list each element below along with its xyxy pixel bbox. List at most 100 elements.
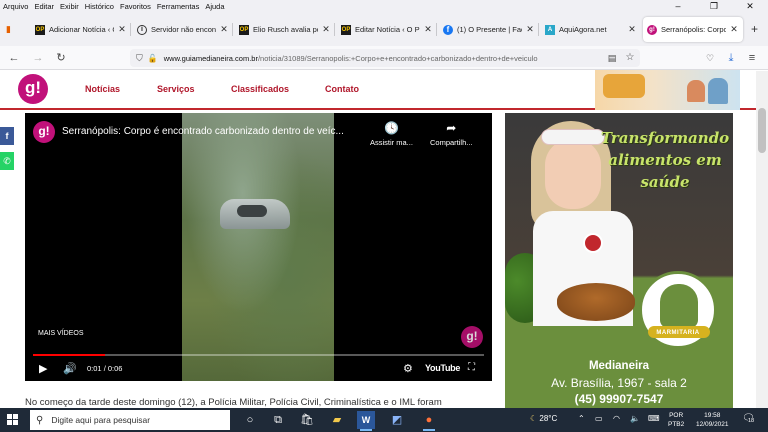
firefox-icon[interactable]: ● [420, 411, 438, 431]
menu-arquivo[interactable]: Arquivo [0, 2, 31, 11]
firefox-view-icon[interactable]: ▮ [6, 24, 11, 35]
progress-fill [33, 354, 106, 356]
header-ad-banner[interactable] [595, 70, 740, 110]
close-tab-icon[interactable]: ✕ [117, 24, 127, 35]
menu-editar[interactable]: Editar [31, 2, 57, 11]
op-favicon: OP [35, 24, 45, 35]
reload-icon[interactable]: ↻ [53, 50, 69, 66]
task-view-icon[interactable]: ⧉ [269, 411, 287, 429]
guia-medianeira-logo[interactable]: g! [18, 74, 48, 104]
notification-center-icon[interactable]: 🗨18 [742, 413, 755, 424]
menu-ferramentas[interactable]: Ferramentas [154, 2, 203, 11]
bookmark-star-icon[interactable]: ☆ [622, 50, 638, 66]
youtube-logo[interactable]: YouTube [425, 363, 460, 373]
downloads-icon[interactable]: ⤓ [723, 50, 739, 66]
url-bar[interactable]: ⛉ 🔓 www.guiamedianeira.com.br/noticia/31… [130, 49, 640, 67]
restore-icon[interactable]: ❐ [696, 0, 732, 13]
close-tab-icon[interactable]: ✕ [321, 24, 331, 35]
settings-gear-icon[interactable]: ⚙ [403, 362, 413, 375]
hamburger-menu-icon[interactable]: ≡ [744, 50, 760, 66]
window-controls: – ❐ ✕ [660, 0, 768, 13]
close-tab-icon[interactable]: ✕ [729, 24, 739, 35]
nav-classificados[interactable]: Classificados [231, 84, 289, 94]
time-current: 0:01 [87, 364, 102, 373]
minimize-icon[interactable]: – [660, 0, 696, 13]
tab-elio-rusch[interactable]: OP Elio Rusch avalia positivam ✕ [235, 17, 335, 42]
fullscreen-icon[interactable]: ⛶ [468, 362, 475, 373]
back-icon[interactable]: ← [6, 50, 22, 66]
new-tab-icon[interactable]: + [751, 22, 758, 36]
cortana-icon[interactable]: ○ [241, 411, 259, 429]
volume-icon[interactable]: 🔊 [63, 362, 77, 375]
weather-widget[interactable]: ☾ 28°C [530, 414, 557, 423]
forward-icon[interactable]: → [30, 50, 46, 66]
show-hidden-icons-icon[interactable]: ⌃ [578, 414, 585, 423]
play-icon[interactable]: ▶ [39, 362, 47, 375]
tab-adicionar-noticia[interactable]: OP Adicionar Notícia ‹ O Pre ✕ [31, 17, 131, 42]
speaker-icon[interactable]: 🔈 [630, 414, 640, 423]
channel-avatar[interactable]: g! [33, 121, 55, 143]
site-header: g! Notícias Serviços Classificados Conta… [0, 70, 768, 110]
video-title[interactable]: Serranópolis: Corpo é encontrado carboni… [62, 126, 362, 137]
clock-icon: 🕓 [383, 121, 399, 135]
video-progress-bar[interactable] [33, 354, 484, 356]
scrollbar-thumb[interactable] [758, 108, 766, 153]
aquiagora-favicon: A [545, 24, 555, 35]
share-button[interactable]: ➦ Compartilh... [430, 121, 473, 147]
close-tab-icon[interactable]: ✕ [423, 24, 433, 35]
watch-later-button[interactable]: 🕓 Assistir ma... [370, 121, 413, 147]
time-total: 0:06 [107, 364, 123, 373]
clock-time: 19:58 [704, 412, 721, 419]
menu-historico[interactable]: Histórico [82, 2, 117, 11]
marmitaria-ad[interactable]: Transformando alimentos em saúde MARMITA… [505, 113, 733, 408]
channel-watermark-icon[interactable]: g! [461, 326, 483, 348]
photos-app-icon[interactable]: ◩ [388, 411, 406, 429]
tab-title: Elio Rusch avalia positivam [253, 25, 318, 34]
tab-editar-noticia[interactable]: OP Editar Notícia ‹ O Prese ✕ [337, 17, 437, 42]
guia-favicon: g! [647, 24, 657, 35]
input-language[interactable]: POR PTB2 [668, 411, 684, 429]
op-favicon: OP [239, 24, 249, 35]
url-path: /noticia/31089/Serranopolis:+Corpo+e+enc… [257, 53, 538, 63]
tracking-shield-icon[interactable]: ⛉ [136, 53, 143, 64]
keyboard-icon[interactable]: ⌨ [648, 414, 660, 423]
search-placeholder: Digite aqui para pesquisar [51, 415, 151, 425]
facebook-share-icon[interactable]: f [0, 127, 14, 145]
windows-start-icon[interactable] [7, 414, 19, 426]
network-icon[interactable]: ▭ [595, 414, 603, 423]
youtube-video-player[interactable]: g! Serranópolis: Corpo é encontrado carb… [25, 113, 492, 381]
clock-date: 12/09/2021 [696, 421, 729, 428]
file-explorer-icon[interactable]: ▰ [328, 411, 346, 429]
menu-ajuda[interactable]: Ajuda [202, 2, 227, 11]
nav-servicos[interactable]: Serviços [157, 84, 195, 94]
share-arrow-icon: ➦ [446, 121, 457, 135]
insecure-lock-icon[interactable]: 🔓 [148, 54, 158, 63]
menu-favoritos[interactable]: Favoritos [117, 2, 154, 11]
tab-serranopolis[interactable]: g! Serranópolis: Corpo é enc ✕ [643, 17, 743, 42]
close-tab-icon[interactable]: ✕ [219, 24, 229, 35]
taskbar-clock[interactable]: 19:58 12/09/2021 [696, 411, 729, 429]
more-videos-label[interactable]: MAIS VÍDEOS [38, 330, 84, 337]
close-tab-icon[interactable]: ✕ [525, 24, 535, 35]
close-window-icon[interactable]: ✕ [732, 0, 768, 13]
nav-noticias[interactable]: Notícias [85, 84, 120, 94]
tab-strip: ▮ OP Adicionar Notícia ‹ O Pre ✕ i Servi… [0, 13, 768, 46]
ad-slogan: Transformando alimentos em saúde [600, 129, 730, 191]
taskbar-search-input[interactable]: ⚲ Digite aqui para pesquisar [30, 410, 230, 430]
menu-exibir[interactable]: Exibir [57, 2, 82, 11]
whatsapp-share-icon[interactable]: ✆ [0, 152, 14, 170]
word-icon[interactable]: W [357, 411, 375, 431]
tab-servidor-nao-encontrado[interactable]: i Servidor não encontrado ✕ [133, 17, 233, 42]
watch-later-label: Assistir ma... [370, 138, 413, 147]
tab-facebook[interactable]: f (1) O Presente | Facebook ✕ [439, 17, 539, 42]
close-tab-icon[interactable]: ✕ [627, 24, 637, 35]
reader-view-icon[interactable]: ▤ [604, 50, 620, 66]
store-icon[interactable]: 🛍 [298, 411, 316, 429]
wifi-icon[interactable]: ◠ [613, 414, 620, 423]
op-favicon: OP [341, 24, 351, 35]
pocket-icon[interactable]: ♡ [702, 50, 718, 66]
tab-title: Servidor não encontrado [151, 25, 216, 34]
nav-contato[interactable]: Contato [325, 84, 359, 94]
navigation-toolbar: ← → ↻ ⛉ 🔓 www.guiamedianeira.com.br/noti… [0, 46, 768, 70]
tab-aquiagora[interactable]: A AquiAgora.net ✕ [541, 17, 641, 42]
